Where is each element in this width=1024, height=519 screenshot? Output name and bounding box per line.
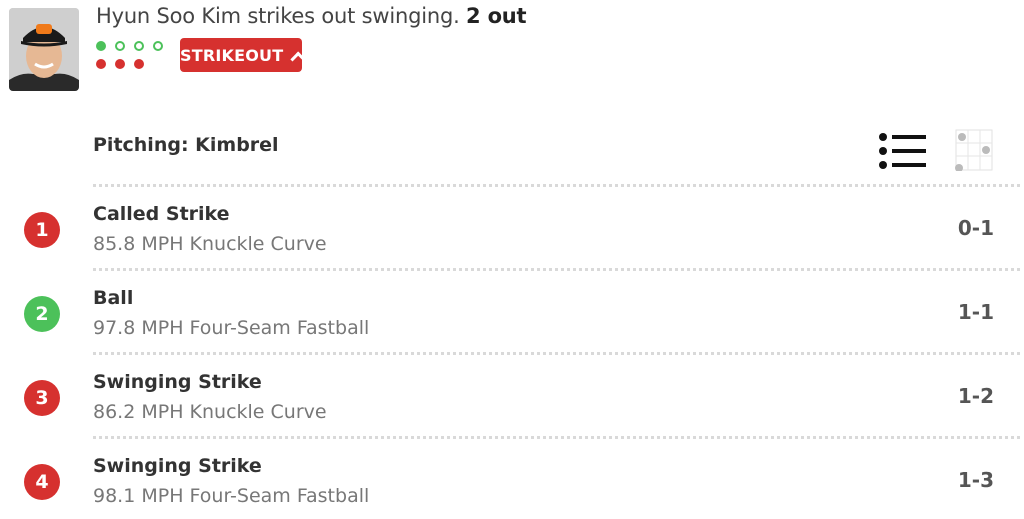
- divider: [93, 184, 1020, 187]
- pitch-count: 1-2: [957, 384, 994, 408]
- pitch-result: Swinging Strike: [93, 371, 262, 393]
- pitch-result: Ball: [93, 287, 134, 309]
- player-headshot-icon: [9, 8, 79, 91]
- pitch-description: 86.2 MPH Knuckle Curve: [93, 401, 327, 423]
- pitch-result: Swinging Strike: [93, 455, 262, 477]
- ball-dot: [115, 41, 125, 51]
- list-icon: [879, 133, 926, 169]
- ball-dot: [96, 41, 106, 51]
- divider: [93, 436, 1020, 439]
- play-description: Hyun Soo Kim strikes out swinging.: [96, 4, 460, 28]
- strikeout-toggle-button[interactable]: STRIKEOUT: [180, 38, 305, 72]
- strike-dot: [134, 59, 144, 69]
- pitch-number-badge: 3: [24, 380, 60, 416]
- pitch-description: 97.8 MPH Four-Seam Fastball: [93, 317, 370, 339]
- ball-dot: [153, 41, 163, 51]
- strike-dot: [96, 59, 106, 69]
- divider: [93, 352, 1020, 355]
- divider: [93, 268, 1020, 271]
- pitch-count: 0-1: [957, 216, 994, 240]
- pitch-number-badge: 2: [24, 296, 60, 332]
- list-view-button[interactable]: [878, 132, 926, 170]
- strike-zone-icon: [955, 129, 993, 172]
- chevron-up-icon: [290, 51, 305, 65]
- pitch-description: 85.8 MPH Knuckle Curve: [93, 233, 327, 255]
- player-avatar[interactable]: [9, 8, 79, 91]
- ball-dot: [134, 41, 144, 51]
- pitch-count: 1-3: [957, 468, 994, 492]
- strike-zone-view-button[interactable]: [955, 129, 993, 172]
- pitch-result: Called Strike: [93, 203, 230, 225]
- outs-label: 2 out: [466, 4, 527, 28]
- result-badge-label: STRIKEOUT: [180, 45, 284, 65]
- pitch-count: 1-1: [957, 300, 994, 324]
- pitch-description: 98.1 MPH Four-Seam Fastball: [93, 485, 370, 507]
- play-headline: Hyun Soo Kim strikes out swinging. 2 out: [96, 4, 527, 28]
- pitch-number-badge: 4: [24, 464, 60, 500]
- pitch-number-badge: 1: [24, 212, 60, 248]
- pitcher-label: Pitching: Kimbrel: [93, 134, 279, 156]
- strike-dot: [115, 59, 125, 69]
